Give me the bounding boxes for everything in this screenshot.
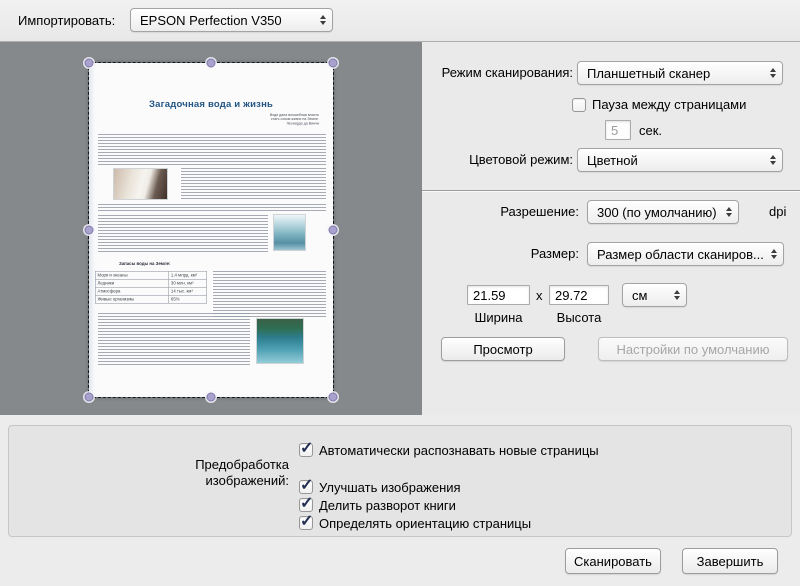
size-dropdown[interactable]: Размер области сканиров... xyxy=(587,242,784,266)
option-label: Улучшать изображения xyxy=(319,480,461,495)
simulated-text-block xyxy=(98,204,326,213)
scan-settings-panel: Режим сканирования: Планшетный сканер Па… xyxy=(422,42,800,415)
table-row: Живые организмы 65% xyxy=(95,295,206,303)
dpi-label: dpi xyxy=(769,204,786,219)
color-mode-label: Цветовой режим: xyxy=(422,152,573,167)
table-row: Моря и океаны 1,4 млрд. км³ xyxy=(95,271,206,279)
simulated-text-block xyxy=(98,215,268,252)
option-label: Делить разворот книги xyxy=(319,498,456,513)
preprocess-label: Предобработка изображений: xyxy=(29,457,289,489)
detect-orientation-checkbox[interactable] xyxy=(299,516,313,530)
simulated-text-block xyxy=(98,313,250,365)
auto-detect-pages-checkbox[interactable] xyxy=(299,443,313,457)
selection-handle[interactable] xyxy=(329,393,338,402)
split-spread-checkbox[interactable] xyxy=(299,498,313,512)
scan-preview-area: Загадочная вода и жизнь Воде дана волшеб… xyxy=(0,42,422,415)
default-settings-button[interactable]: Настройки по умолчанию xyxy=(598,337,788,361)
simulated-text-block xyxy=(181,168,326,200)
height-caption: Высота xyxy=(549,310,609,325)
stepper-icon xyxy=(770,155,776,165)
resolution-dropdown[interactable]: 300 (по умолчанию) xyxy=(587,200,739,224)
width-caption: Ширина xyxy=(467,310,530,325)
document-title: Загадочная вода и жизнь xyxy=(89,99,333,110)
import-device-dropdown[interactable]: EPSON Perfection V350 xyxy=(130,8,333,32)
pause-checkbox[interactable] xyxy=(572,98,586,112)
leaves-water-photo xyxy=(256,318,304,364)
stepper-icon xyxy=(726,207,732,217)
selection-handle[interactable] xyxy=(207,59,216,68)
pause-option: Пауза между страницами xyxy=(572,97,746,112)
option-label: Автоматически распознавать новые страниц… xyxy=(319,443,599,458)
selection-handle[interactable] xyxy=(329,226,338,235)
table-row: Атмосфера 14 тыс. км³ xyxy=(95,287,206,295)
simulated-text-block xyxy=(213,271,326,317)
option-split-spread[interactable]: Делить разворот книги xyxy=(299,497,456,513)
width-field[interactable] xyxy=(467,285,530,305)
scanned-page-preview: Загадочная вода и жизнь Воде дана волшеб… xyxy=(89,63,333,397)
preview-button[interactable]: Просмотр xyxy=(441,337,565,361)
lab-photo xyxy=(113,168,168,200)
selection-handle[interactable] xyxy=(85,59,94,68)
water-reserves-table: Моря и океаны 1,4 млрд. км³ Ледники 30 м… xyxy=(95,271,207,304)
option-auto-detect-pages[interactable]: Автоматически распознавать новые страниц… xyxy=(299,442,599,458)
simulated-text-block xyxy=(98,134,326,165)
stepper-icon xyxy=(320,15,326,25)
table-row: Ледники 30 млн. км³ xyxy=(95,279,206,287)
import-toolbar: Импортировать: EPSON Perfection V350 xyxy=(0,0,800,42)
selection-handle[interactable] xyxy=(85,226,94,235)
import-device-value: EPSON Perfection V350 xyxy=(140,13,282,28)
pause-seconds-field[interactable] xyxy=(605,120,631,140)
option-detect-orientation[interactable]: Определять ориентацию страницы xyxy=(299,515,531,531)
unit-value: см xyxy=(632,288,647,303)
preprocess-panel: Предобработка изображений: Автоматически… xyxy=(8,425,792,537)
stepper-icon xyxy=(771,249,777,259)
finish-button[interactable]: Завершить xyxy=(682,548,778,574)
color-mode-value: Цветной xyxy=(587,153,638,168)
scan-mode-dropdown[interactable]: Планшетный сканер xyxy=(577,61,783,85)
scan-mode-label: Режим сканирования: xyxy=(422,65,573,80)
scan-selection-region[interactable]: Загадочная вода и жизнь Воде дана волшеб… xyxy=(88,62,334,398)
import-label: Импортировать: xyxy=(18,13,115,28)
stepper-icon xyxy=(770,68,776,78)
size-value: Размер области сканиров... xyxy=(597,247,764,262)
document-epigraph: Воде дана волшебная власть стать соком ж… xyxy=(209,113,319,126)
section-divider xyxy=(422,190,800,191)
selection-handle[interactable] xyxy=(85,393,94,402)
enhance-images-checkbox[interactable] xyxy=(299,480,313,494)
resolution-value: 300 (по умолчанию) xyxy=(597,205,717,220)
size-label: Размер: xyxy=(422,246,579,261)
stepper-icon xyxy=(674,290,680,300)
pause-label: Пауза между страницами xyxy=(592,97,746,112)
resolution-label: Разрешение: xyxy=(422,204,579,219)
selection-handle[interactable] xyxy=(207,393,216,402)
dialog-actions: Сканировать Завершить xyxy=(0,548,800,586)
document-table-heading: Запасы воды на Земле: xyxy=(119,262,170,266)
height-field[interactable] xyxy=(549,285,609,305)
option-label: Определять ориентацию страницы xyxy=(319,516,531,531)
option-enhance-images[interactable]: Улучшать изображения xyxy=(299,479,461,495)
bottom-section: Предобработка изображений: Автоматически… xyxy=(0,415,800,586)
scan-button[interactable]: Сканировать xyxy=(565,548,661,574)
selection-handle[interactable] xyxy=(329,59,338,68)
seconds-label: сек. xyxy=(639,123,662,138)
scan-mode-value: Планшетный сканер xyxy=(587,66,710,81)
color-mode-dropdown[interactable]: Цветной xyxy=(577,148,783,172)
times-label: x xyxy=(536,288,543,303)
unit-dropdown[interactable]: см xyxy=(622,283,687,307)
water-glass-photo xyxy=(273,214,306,251)
